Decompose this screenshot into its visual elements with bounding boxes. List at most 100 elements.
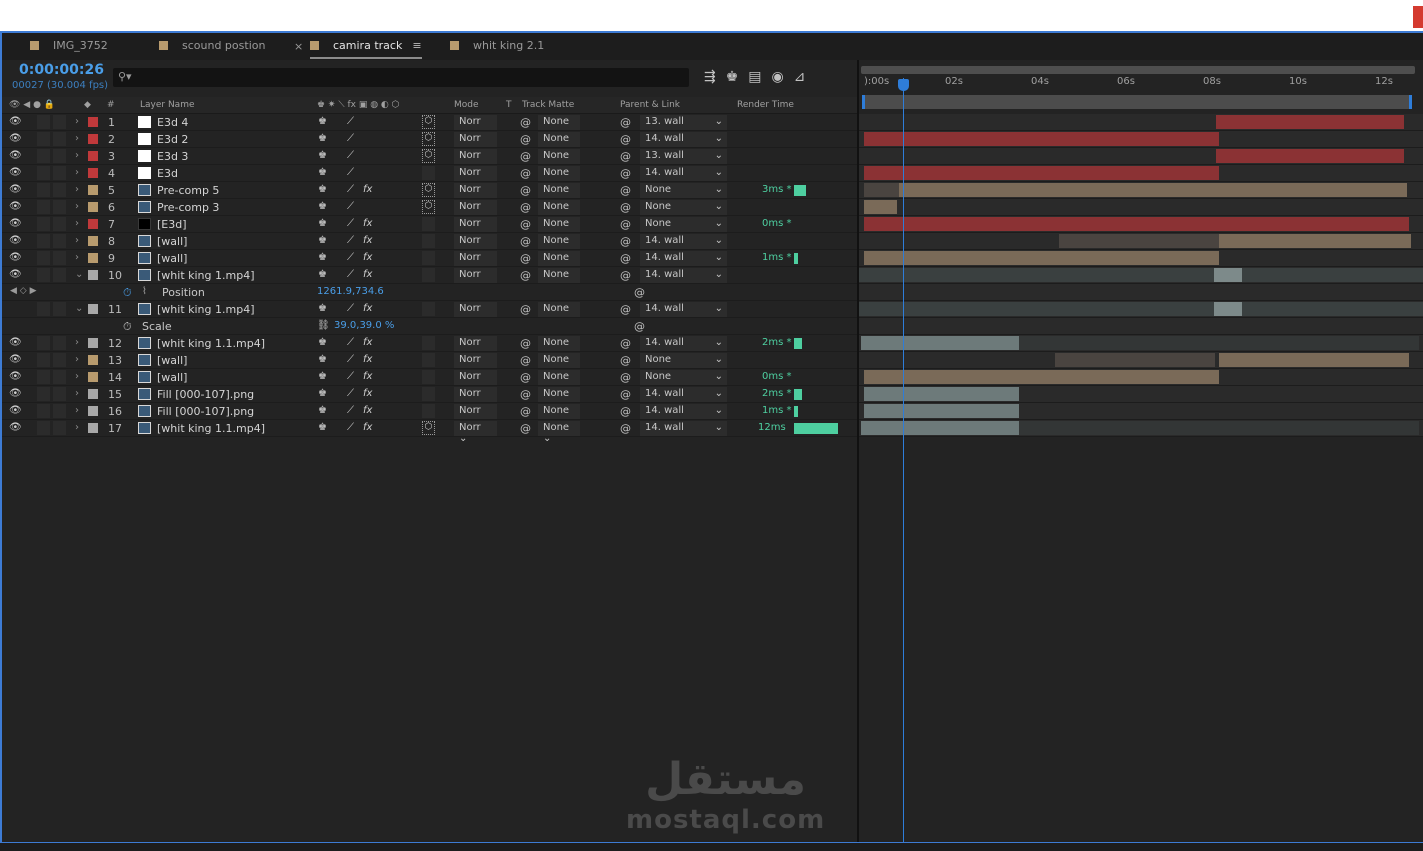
quality-switch-icon[interactable]: ⟋: [347, 371, 354, 382]
lock-switch[interactable]: [53, 421, 66, 435]
audio-switch[interactable]: [37, 234, 50, 248]
layer-duration-bar[interactable]: [861, 421, 1019, 435]
timeline-layer-track[interactable]: [859, 267, 1423, 284]
label-color-swatch[interactable]: [88, 134, 98, 144]
audio-switch[interactable]: [37, 370, 50, 384]
parent-pickwhip-icon[interactable]: @: [620, 405, 631, 418]
3d-layer-icon[interactable]: ⬡: [422, 200, 435, 214]
track-matte-dropdown[interactable]: None ⌄: [538, 404, 580, 427]
layer-name[interactable]: Fill [000-107].png: [157, 405, 254, 418]
av-switches-icons[interactable]: 👁 ◀ ● 🔒: [9, 100, 55, 110]
layer-duration-bar[interactable]: [859, 302, 1423, 316]
audio-switch[interactable]: [37, 132, 50, 146]
chevron-right-icon[interactable]: ›: [75, 116, 79, 127]
3d-layer-icon[interactable]: ⬡: [422, 132, 435, 146]
quality-switch-icon[interactable]: ⟋: [347, 116, 354, 127]
lock-switch[interactable]: [53, 353, 66, 367]
visibility-eye-icon[interactable]: 👁: [9, 269, 22, 280]
graph-icon[interactable]: ⌇: [142, 286, 147, 297]
layer-row[interactable]: 👁 › 13 [wall] ♚ ⟋ fx Norr ⌄ @ None ⌄ @ None⌄: [2, 352, 857, 376]
audio-switch[interactable]: [37, 302, 50, 316]
quality-switch-icon[interactable]: ⟋: [347, 422, 354, 433]
audio-switch[interactable]: [37, 387, 50, 401]
track-matte-pickwhip-icon[interactable]: @: [520, 337, 531, 350]
parent-pickwhip-icon[interactable]: @: [620, 269, 631, 282]
layer-row[interactable]: 👁 › 3 E3d 3 ♚ ⟋ ⬡ Norr ⌄ @ None ⌄ @13. wall⌄: [2, 148, 857, 172]
visibility-eye-icon[interactable]: 👁: [9, 150, 22, 161]
quality-switch-icon[interactable]: ⟋: [347, 405, 354, 416]
time-navigator[interactable]: [861, 66, 1415, 74]
visibility-eye-icon[interactable]: 👁: [9, 337, 22, 348]
layer-duration-bar[interactable]: [861, 336, 1019, 350]
track-matte-dropdown[interactable]: None ⌄: [538, 149, 580, 172]
chevron-right-icon[interactable]: ›: [75, 218, 79, 229]
blend-mode-dropdown[interactable]: Norr ⌄: [454, 217, 497, 240]
timeline-layer-track[interactable]: [859, 318, 1423, 335]
shy-switch-icon[interactable]: ♚: [318, 354, 327, 365]
track-matte-dropdown[interactable]: None ⌄: [538, 115, 580, 138]
parent-pickwhip-icon[interactable]: @: [620, 303, 631, 316]
label-color-swatch[interactable]: [88, 406, 98, 416]
track-matte-pickwhip-icon[interactable]: @: [520, 150, 531, 163]
chevron-right-icon[interactable]: ›: [75, 422, 79, 433]
effects-switch-icon[interactable]: fx: [363, 422, 372, 433]
3d-layer-switch[interactable]: [422, 166, 435, 180]
layer-row[interactable]: 👁 › 17 [whit king 1.1.mp4] ♚ ⟋ fx ⬡ Norr ⌄ @ None …: [2, 420, 857, 444]
tab-scound-postion[interactable]: scound postion: [159, 39, 265, 59]
chevron-right-icon[interactable]: ›: [75, 150, 79, 161]
layer-name[interactable]: [whit king 1.1.mp4]: [157, 337, 265, 350]
track-matte-pickwhip-icon[interactable]: @: [520, 405, 531, 418]
layer-duration-bar[interactable]: [899, 183, 1407, 197]
quality-switch-icon[interactable]: ⟋: [347, 133, 354, 144]
blend-mode-dropdown[interactable]: Norr ⌄: [454, 353, 497, 376]
shy-switch-icon[interactable]: ♚: [318, 150, 327, 161]
label-color-swatch[interactable]: [88, 168, 98, 178]
layer-name[interactable]: [wall]: [157, 354, 187, 367]
shy-switch-icon[interactable]: ♚: [318, 422, 327, 433]
shy-switch-icon[interactable]: ♚: [318, 303, 327, 314]
label-color-swatch[interactable]: [88, 219, 98, 229]
timeline-layer-track[interactable]: [859, 131, 1423, 148]
layer-search-input[interactable]: ⚲▾: [113, 68, 689, 87]
timeline-layer-track[interactable]: [859, 182, 1423, 199]
layer-duration-bar[interactable]: [1216, 149, 1404, 163]
visibility-eye-icon[interactable]: 👁: [9, 405, 22, 416]
layer-duration-bar[interactable]: [864, 404, 1019, 418]
parent-dropdown[interactable]: 14. wall ⌄: [640, 336, 727, 351]
current-time-indicator[interactable]: [903, 78, 904, 842]
parent-pickwhip-icon[interactable]: @: [620, 422, 631, 435]
timeline-layer-track[interactable]: [859, 250, 1423, 267]
3d-layer-icon[interactable]: ⬡: [422, 149, 435, 163]
visibility-eye-icon[interactable]: 👁: [9, 116, 22, 127]
layer-duration-bar[interactable]: [864, 387, 1019, 401]
audio-switch[interactable]: [37, 183, 50, 197]
label-color-swatch[interactable]: [88, 270, 98, 280]
parent-dropdown[interactable]: 13. wall ⌄: [640, 149, 727, 164]
visibility-eye-icon[interactable]: 👁: [9, 371, 22, 382]
lock-switch[interactable]: [53, 302, 66, 316]
visibility-eye-icon[interactable]: 👁: [9, 133, 22, 144]
audio-switch[interactable]: [37, 200, 50, 214]
quality-switch-icon[interactable]: ⟋: [347, 303, 354, 314]
timeline-layer-track[interactable]: [859, 403, 1423, 420]
track-matte-pickwhip-icon[interactable]: @: [520, 133, 531, 146]
3d-layer-switch[interactable]: [422, 387, 435, 401]
lock-switch[interactable]: [53, 115, 66, 129]
parent-pickwhip-icon[interactable]: @: [620, 354, 631, 367]
track-matte-dropdown[interactable]: None ⌄: [538, 353, 580, 376]
effects-switch-icon[interactable]: fx: [363, 252, 372, 263]
shy-switch-icon[interactable]: ♚: [318, 405, 327, 416]
label-color-swatch[interactable]: [88, 185, 98, 195]
track-matte-dropdown[interactable]: None ⌄: [538, 183, 580, 206]
effects-switch-icon[interactable]: fx: [363, 184, 372, 195]
layer-name[interactable]: [whit king 1.mp4]: [157, 269, 255, 282]
audio-switch[interactable]: [37, 336, 50, 350]
layer-duration-bar[interactable]: [1214, 302, 1242, 316]
visibility-eye-icon[interactable]: 👁: [9, 422, 22, 433]
parent-pickwhip-icon[interactable]: @: [620, 218, 631, 231]
label-color-swatch[interactable]: [88, 338, 98, 348]
blend-mode-dropdown[interactable]: Norr ⌄: [454, 336, 497, 359]
quality-switch-icon[interactable]: ⟋: [347, 269, 354, 280]
layer-name[interactable]: E3d 2: [157, 133, 188, 146]
track-matte-pickwhip-icon[interactable]: @: [520, 371, 531, 384]
